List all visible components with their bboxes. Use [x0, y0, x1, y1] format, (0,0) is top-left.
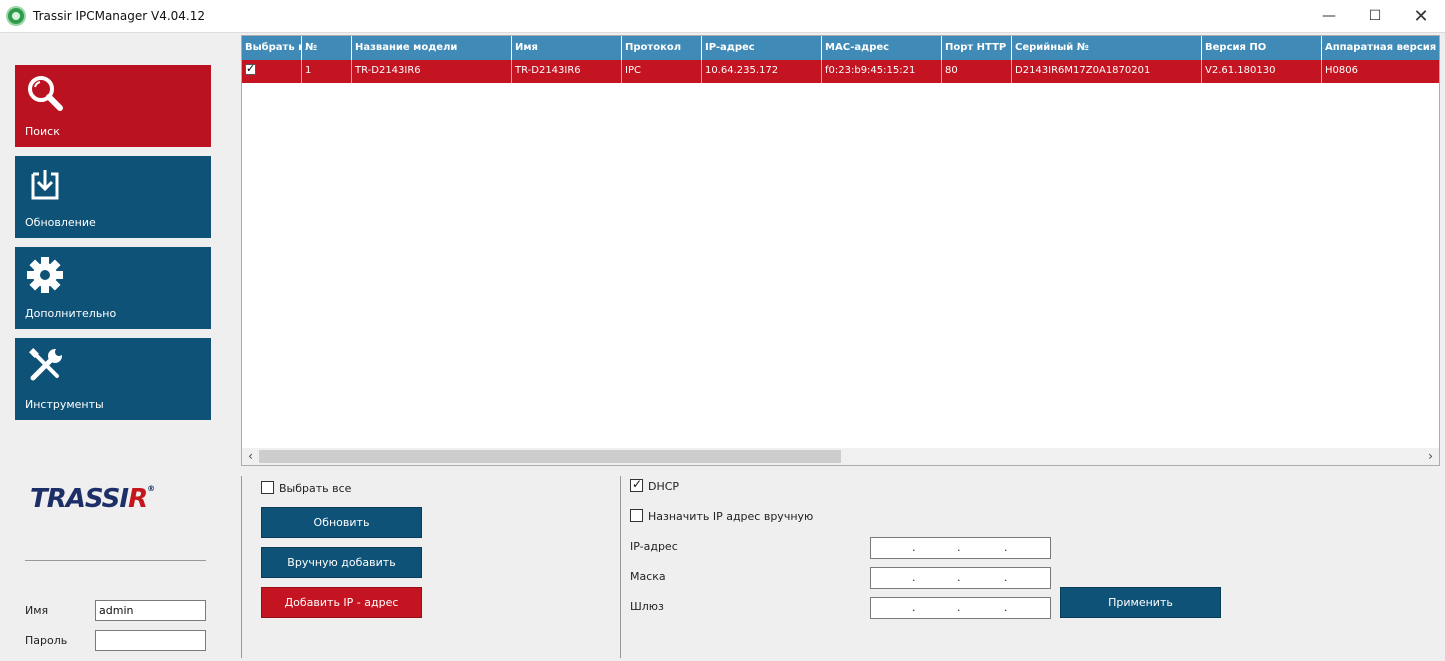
- cell-serial: D2143IR6M17Z0A1870201: [1012, 60, 1202, 83]
- nav-search[interactable]: Поиск: [15, 65, 211, 147]
- middle-panel-divider: [620, 476, 621, 658]
- col-serial[interactable]: Серийный №: [1012, 36, 1202, 60]
- cell-model: TR-D2143IR6: [352, 60, 512, 83]
- nav-advanced[interactable]: Дополнительно: [15, 247, 211, 329]
- tools-icon: [29, 348, 63, 381]
- nav-search-label: Поиск: [25, 125, 60, 138]
- name-label: Имя: [25, 604, 49, 617]
- table-row[interactable]: 1 TR-D2143IR6 TR-D2143IR6 IPC 10.64.235.…: [242, 60, 1439, 83]
- table-header: Выбрать в № Название модели Имя Протокол…: [242, 36, 1439, 60]
- sidebar-divider: [25, 560, 206, 561]
- left-panel-border: [241, 476, 242, 658]
- select-all-checkbox[interactable]: [261, 481, 274, 494]
- scroll-right-icon[interactable]: ›: [1422, 448, 1439, 465]
- col-ip[interactable]: IP-адрес: [702, 36, 822, 60]
- horizontal-scrollbar[interactable]: ‹ ›: [242, 448, 1439, 465]
- manual-add-button[interactable]: Вручную добавить: [261, 547, 422, 578]
- ip-label: IP-адрес: [630, 540, 678, 553]
- window-title: Trassir IPCManager V4.04.12: [33, 9, 206, 23]
- scroll-thumb[interactable]: [259, 450, 841, 463]
- cell-number: 1: [302, 60, 352, 83]
- name-input[interactable]: [95, 600, 206, 621]
- cell-protocol: IPC: [622, 60, 702, 83]
- dhcp-label: DHCP: [648, 480, 680, 493]
- col-model[interactable]: Название модели: [352, 36, 512, 60]
- refresh-button[interactable]: Обновить: [261, 507, 422, 538]
- scroll-left-icon[interactable]: ‹: [242, 448, 259, 465]
- manual-ip-label: Назначить IP адрес вручную: [648, 510, 814, 523]
- title-bar: Trassir IPCManager V4.04.12 — ☐ ✕: [0, 0, 1445, 33]
- gear-icon: [27, 257, 63, 293]
- gateway-input[interactable]: ...: [870, 597, 1051, 619]
- apply-button[interactable]: Применить: [1060, 587, 1221, 618]
- gateway-label: Шлюз: [630, 600, 664, 613]
- col-mac[interactable]: MAC-адрес: [822, 36, 942, 60]
- col-name[interactable]: Имя: [512, 36, 622, 60]
- col-hardware[interactable]: Аппаратная версия: [1322, 36, 1439, 60]
- row-checkbox[interactable]: [245, 62, 256, 75]
- cell-http-port: 80: [942, 60, 1012, 83]
- cell-hardware: H0806: [1325, 65, 1358, 76]
- close-button[interactable]: ✕: [1398, 0, 1444, 32]
- password-input[interactable]: [95, 630, 206, 651]
- ip-address-input[interactable]: ...: [870, 537, 1051, 559]
- nav-advanced-label: Дополнительно: [25, 307, 117, 320]
- device-table: Выбрать в № Название модели Имя Протокол…: [241, 35, 1440, 466]
- cell-name: TR-D2143IR6: [512, 60, 622, 83]
- mask-input[interactable]: ...: [870, 567, 1051, 589]
- cell-firmware: V2.61.180130: [1202, 60, 1322, 83]
- maximize-button[interactable]: ☐: [1352, 0, 1398, 32]
- password-label: Пароль: [25, 634, 68, 647]
- col-select[interactable]: Выбрать в: [242, 36, 302, 60]
- row-select-cell[interactable]: [242, 60, 302, 83]
- trassir-logo: TRASSIR®: [30, 484, 155, 514]
- nav-update[interactable]: Обновление: [15, 156, 211, 238]
- nav-tools[interactable]: Инструменты: [15, 338, 211, 420]
- col-http-port[interactable]: Порт HTTP: [942, 36, 1012, 60]
- dhcp-checkbox[interactable]: [630, 477, 643, 492]
- minimize-button[interactable]: —: [1306, 0, 1352, 32]
- col-firmware[interactable]: Версия ПО: [1202, 36, 1322, 60]
- download-icon: [31, 170, 59, 200]
- col-protocol[interactable]: Протокол: [622, 36, 702, 60]
- nav-update-label: Обновление: [25, 216, 96, 229]
- mask-label: Маска: [630, 570, 666, 583]
- cell-ip: 10.64.235.172: [702, 60, 822, 83]
- nav-tools-label: Инструменты: [25, 398, 104, 411]
- manual-ip-checkbox[interactable]: [630, 509, 643, 522]
- search-icon: [28, 76, 63, 111]
- add-ip-button[interactable]: Добавить IP - адрес: [261, 587, 422, 618]
- select-all-label: Выбрать все: [279, 482, 352, 495]
- col-number[interactable]: №: [302, 36, 352, 60]
- app-icon: [6, 6, 26, 26]
- cell-mac: f0:23:b9:45:15:21: [822, 60, 942, 83]
